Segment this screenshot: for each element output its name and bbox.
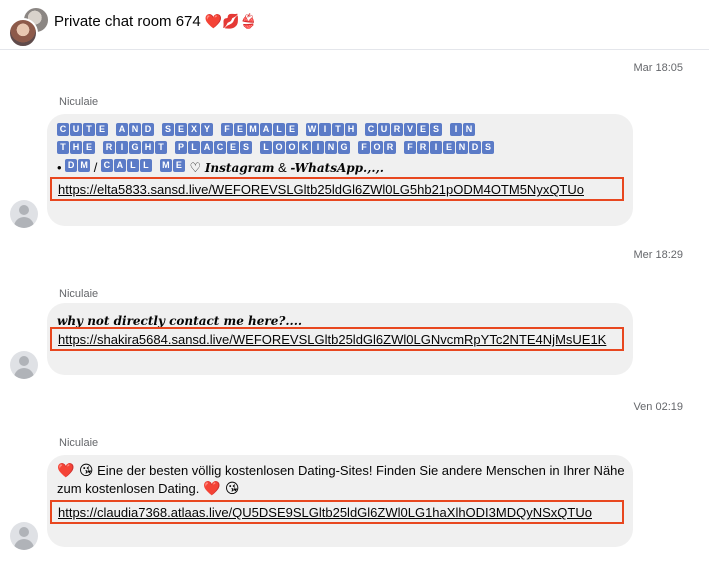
- sender-avatar[interactable]: [10, 522, 38, 550]
- message-sender: Niculaie: [59, 437, 99, 449]
- message-sender: Niculaie: [59, 288, 99, 300]
- message-link[interactable]: https://claudia7368.atlaas.live/QU5DSE9S…: [58, 505, 592, 520]
- message-timestamp: Mar 18:05: [633, 62, 683, 74]
- message-link[interactable]: https://shakira5684.sansd.live/WEFOREVSL…: [58, 332, 606, 347]
- heart-kiss-emoji: ❤️ 😘: [202, 481, 240, 497]
- highlighted-link-box: https://elta5833.sansd.live/WEFOREVSLGlt…: [50, 177, 624, 201]
- message-text: ❤️ 😘 Eine der besten völlig kostenlosen …: [57, 463, 625, 497]
- group-avatar[interactable]: [8, 6, 50, 48]
- message-timestamp: Ven 02:19: [633, 401, 683, 413]
- chat-title-emoji: ❤️💋👙: [204, 14, 258, 30]
- member-avatar-2: [8, 18, 38, 48]
- chat-title-text: Private chat room 674: [54, 13, 201, 30]
- message-line: • DM / CALLME ♡ Instagram & -WhatsApp.,.…: [57, 159, 384, 175]
- chat-title[interactable]: Private chat room 674 ❤️💋👙: [54, 13, 257, 30]
- sender-avatar[interactable]: [10, 351, 38, 379]
- boxed-letter-text: CUTEANDSEXYFEMALEWITHCURVESINTHERIGHTPLA…: [57, 123, 617, 159]
- message-timestamp: Mer 18:29: [633, 249, 683, 261]
- message-bubble[interactable]: CUTEANDSEXYFEMALEWITHCURVESINTHERIGHTPLA…: [47, 114, 633, 226]
- message-bubble[interactable]: ❤️ 😘 Eine der besten völlig kostenlosen …: [47, 455, 633, 547]
- highlighted-link-box: https://shakira5684.sansd.live/WEFOREVSL…: [50, 327, 624, 351]
- sender-avatar[interactable]: [10, 200, 38, 228]
- chat-header: Private chat room 674 ❤️💋👙: [0, 0, 709, 50]
- message-sender: Niculaie: [59, 96, 99, 108]
- highlighted-link-box: https://claudia7368.atlaas.live/QU5DSE9S…: [50, 500, 624, 524]
- message-bubble[interactable]: why not directly contact me here?.... ht…: [47, 303, 633, 375]
- message-link[interactable]: https://elta5833.sansd.live/WEFOREVSLGlt…: [58, 182, 584, 197]
- heart-kiss-emoji: ❤️ 😘: [57, 463, 94, 479]
